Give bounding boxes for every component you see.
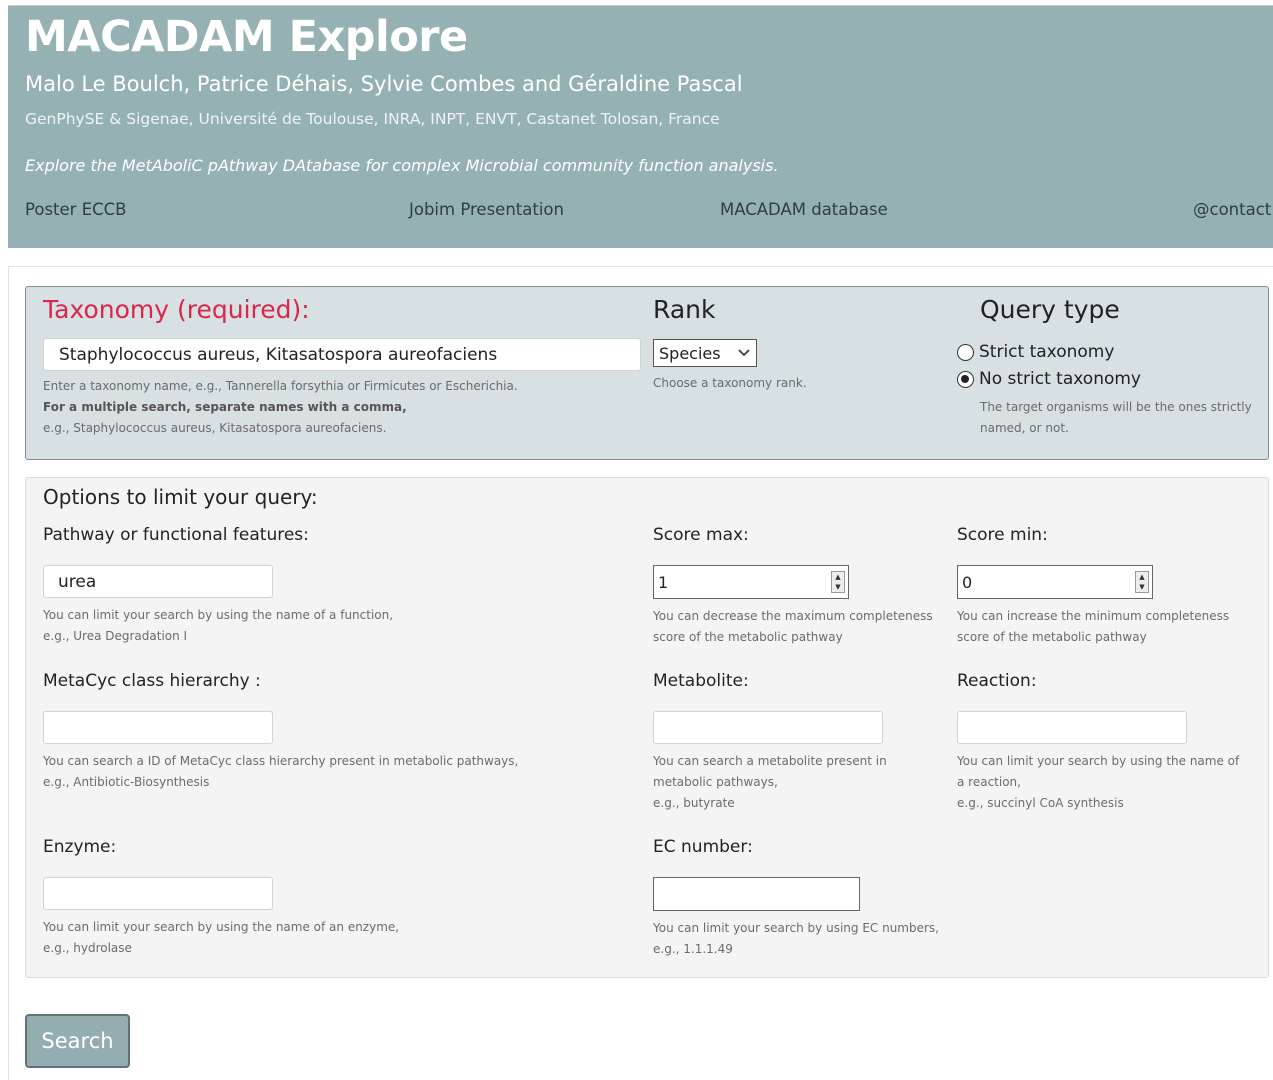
taxonomy-input[interactable] — [43, 338, 641, 371]
reaction-label: Reaction: — [957, 671, 1037, 691]
nav-link-contact[interactable]: @contact — [1193, 200, 1271, 219]
enzyme-input[interactable] — [43, 877, 273, 910]
pathway-help-example: e.g., Urea Degradation I — [43, 629, 188, 643]
rank-selected-value: Species — [659, 343, 721, 363]
metabolite-help-example: e.g., butyrate — [653, 796, 735, 810]
metacyc-help-example: e.g., Antibiotic-Biosynthesis — [43, 775, 210, 789]
options-panel: Options to limit your query: Pathway or … — [25, 477, 1269, 978]
query-type-help-line: The target organisms will be the ones st… — [980, 400, 1252, 414]
taxonomy-label: Taxonomy (required): — [43, 295, 310, 324]
score-min-help-line: You can increase the minimum completenes… — [957, 609, 1230, 623]
site-header: MACADAM Explore Malo Le Boulch, Patrice … — [8, 5, 1273, 248]
nav-link-jobim-presentation[interactable]: Jobim Presentation — [409, 200, 564, 219]
taxonomy-help-line: Enter a taxonomy name, e.g., Tannerella … — [43, 379, 518, 393]
score-min-help-line: score of the metabolic pathway — [957, 630, 1147, 644]
ec-number-help: You can limit your search by using EC nu… — [653, 918, 939, 960]
query-type-label: Query type — [980, 295, 1120, 324]
radio-no-strict-label: No strict taxonomy — [979, 369, 1141, 389]
score-max-help: You can decrease the maximum completenes… — [653, 606, 933, 648]
divider — [8, 266, 1273, 267]
ec-number-input[interactable] — [653, 877, 860, 911]
site-title: MACADAM Explore — [25, 12, 468, 62]
radio-no-strict-taxonomy[interactable]: No strict taxonomy — [957, 369, 1141, 389]
enzyme-help: You can limit your search by using the n… — [43, 917, 399, 959]
score-min-input[interactable]: 0 ▲ ▼ — [957, 565, 1153, 599]
affiliation: GenPhySE & Sigenae, Université de Toulou… — [25, 110, 720, 128]
ec-number-help-example: e.g., 1.1.1.49 — [653, 942, 733, 956]
tagline: Explore the MetAboliC pAthway DAtabase f… — [25, 156, 779, 175]
search-button[interactable]: Search — [25, 1014, 130, 1068]
metabolite-help: You can search a metabolite present in m… — [653, 751, 887, 814]
score-min-label: Score min: — [957, 525, 1048, 545]
score-max-help-line: You can decrease the maximum completenes… — [653, 609, 933, 623]
taxonomy-help-example: e.g., Staphylococcus aureus, Kitasatospo… — [43, 421, 387, 435]
query-type-help-line: named, or not. — [980, 421, 1069, 435]
ec-number-label: EC number: — [653, 837, 753, 857]
reaction-help-line: a reaction, — [957, 775, 1021, 789]
radio-strict-taxonomy[interactable]: Strict taxonomy — [957, 342, 1114, 362]
taxonomy-help-bold: For a multiple search, separate names wi… — [43, 400, 407, 414]
reaction-help-example: e.g., succinyl CoA synthesis — [957, 796, 1124, 810]
score-max-help-line: score of the metabolic pathway — [653, 630, 843, 644]
metabolite-help-line: You can search a metabolite present in — [653, 754, 887, 768]
taxonomy-help: Enter a taxonomy name, e.g., Tannerella … — [43, 376, 633, 439]
metabolite-help-line: metabolic pathways, — [653, 775, 778, 789]
score-min-value: 0 — [962, 572, 973, 592]
score-max-value: 1 — [658, 572, 669, 592]
content-border — [8, 266, 9, 1080]
pathway-input[interactable] — [43, 565, 273, 598]
reaction-help: You can limit your search by using the n… — [957, 751, 1239, 814]
metacyc-help-line: You can search a ID of MetaCyc class hie… — [43, 754, 519, 768]
chevron-down-icon — [738, 344, 750, 364]
authors: Malo Le Boulch, Patrice Déhais, Sylvie C… — [25, 72, 743, 96]
spinner-arrows-icon[interactable]: ▲ ▼ — [1135, 571, 1149, 593]
enzyme-help-example: e.g., hydrolase — [43, 941, 132, 955]
taxonomy-panel: Taxonomy (required): Rank Query type Ent… — [25, 286, 1269, 460]
metacyc-input[interactable] — [43, 711, 273, 744]
reaction-input[interactable] — [957, 711, 1187, 744]
score-max-label: Score max: — [653, 525, 749, 545]
spinner-arrows-icon[interactable]: ▲ ▼ — [831, 571, 845, 593]
options-title: Options to limit your query: — [43, 485, 318, 509]
rank-select[interactable]: Species — [653, 339, 757, 367]
pathway-help-line: You can limit your search by using the n… — [43, 608, 394, 622]
score-min-help: You can increase the minimum completenes… — [957, 606, 1229, 648]
reaction-help-line: You can limit your search by using the n… — [957, 754, 1240, 768]
pathway-help: You can limit your search by using the n… — [43, 605, 393, 647]
score-max-input[interactable]: 1 ▲ ▼ — [653, 565, 849, 599]
radio-strict-label: Strict taxonomy — [979, 342, 1115, 362]
radio-button-icon[interactable] — [957, 343, 974, 361]
query-type-help: The target organisms will be the ones st… — [980, 397, 1262, 439]
metabolite-input[interactable] — [653, 711, 883, 744]
pathway-label: Pathway or functional features: — [43, 525, 309, 545]
rank-label: Rank — [653, 295, 716, 324]
enzyme-label: Enzyme: — [43, 837, 117, 857]
metacyc-label: MetaCyc class hierarchy : — [43, 671, 261, 691]
rank-help: Choose a taxonomy rank. — [653, 376, 807, 390]
nav-link-macadam-database[interactable]: MACADAM database — [720, 200, 888, 219]
metacyc-help: You can search a ID of MetaCyc class hie… — [43, 751, 518, 793]
metabolite-label: Metabolite: — [653, 671, 749, 691]
nav-link-poster-eccb[interactable]: Poster ECCB — [25, 200, 127, 219]
radio-button-checked-icon[interactable] — [957, 370, 974, 388]
enzyme-help-line: You can limit your search by using the n… — [43, 920, 400, 934]
ec-number-help-line: You can limit your search by using EC nu… — [653, 921, 939, 935]
